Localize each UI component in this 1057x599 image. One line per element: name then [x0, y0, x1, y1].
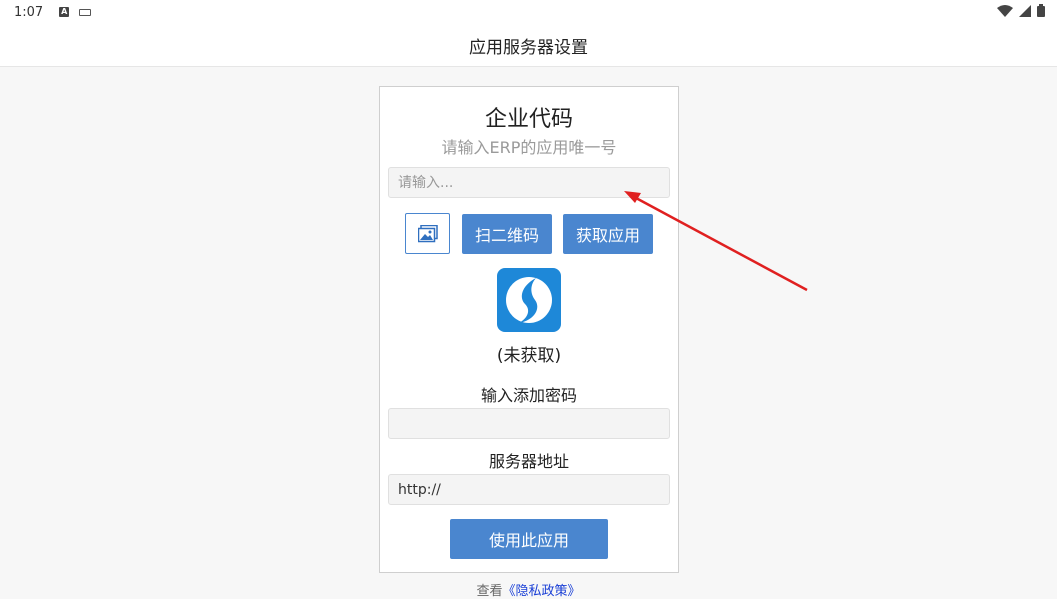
- card-title: 企业代码: [484, 107, 573, 132]
- status-right-icons: [997, 4, 1045, 17]
- pick-image-button[interactable]: [405, 213, 450, 254]
- app-logo-icon: [497, 268, 561, 332]
- card-subtitle: 请输入ERP的应用唯一号: [441, 138, 617, 157]
- settings-card: 企业代码 请输入ERP的应用唯一号 扫二维码 获取应用 (未获取) 输入添加密码…: [379, 86, 679, 573]
- app-bar: 应用服务器设置: [0, 24, 1057, 67]
- scan-qr-button[interactable]: 扫二维码: [462, 214, 552, 254]
- app-status-text: (未获取): [496, 346, 562, 366]
- server-address-input[interactable]: [388, 474, 670, 505]
- use-app-button[interactable]: 使用此应用: [450, 519, 608, 559]
- enterprise-code-input[interactable]: [388, 167, 670, 198]
- server-address-label: 服务器地址: [488, 452, 569, 471]
- privacy-footer: 查看《隐私政策》: [0, 580, 1057, 599]
- status-bar: 1:07 A: [0, 0, 1057, 24]
- page-title: 应用服务器设置: [469, 37, 588, 58]
- privacy-policy-link[interactable]: 《隐私政策》: [503, 584, 581, 599]
- image-icon: [417, 224, 438, 242]
- status-time: 1:07: [14, 4, 44, 20]
- add-password-input[interactable]: [388, 408, 670, 439]
- wifi-icon: [997, 4, 1013, 17]
- fetch-app-button[interactable]: 获取应用: [563, 214, 653, 254]
- signal-icon: [1019, 4, 1031, 17]
- password-label: 输入添加密码: [480, 386, 577, 405]
- battery-icon: [1037, 4, 1045, 17]
- keyboard-icon: [79, 8, 92, 16]
- footer-prefix: 查看: [476, 584, 503, 599]
- notification-a-icon: A: [59, 7, 70, 17]
